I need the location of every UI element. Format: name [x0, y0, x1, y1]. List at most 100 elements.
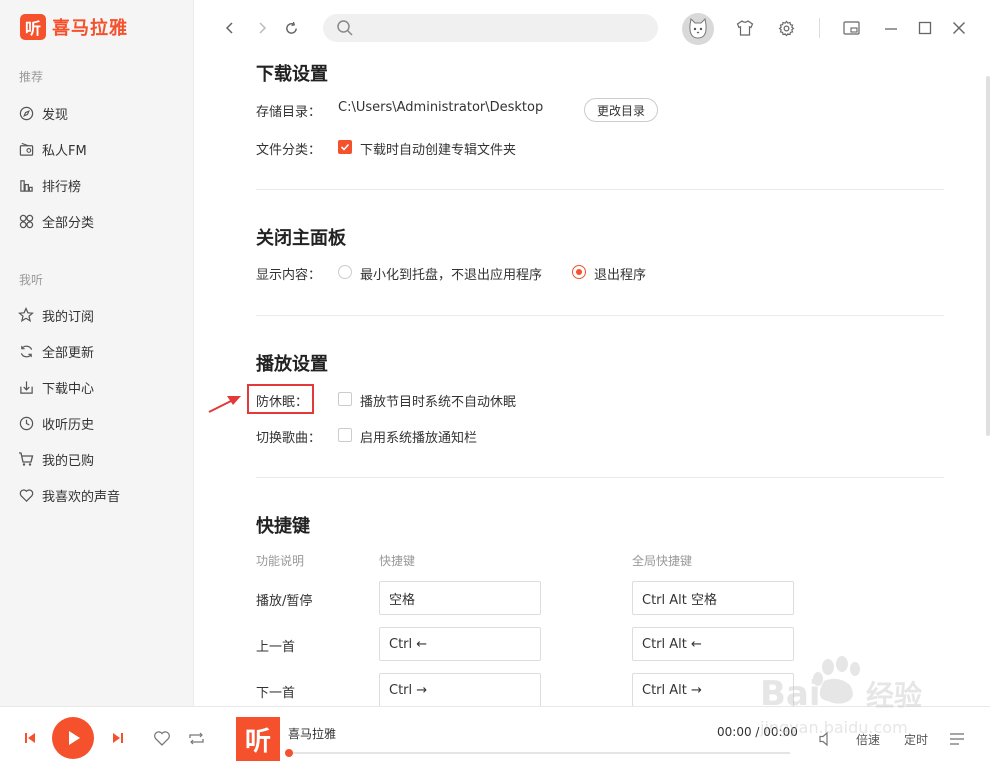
exit-program-radio[interactable] — [572, 265, 586, 279]
minimize-to-tray-radio[interactable] — [338, 265, 352, 279]
app-name: 喜马拉雅 — [52, 18, 128, 39]
cart-icon — [18, 451, 34, 467]
hotkey-input[interactable]: 空格 — [379, 581, 541, 615]
skin-button[interactable] — [733, 16, 757, 40]
skip-next-icon — [113, 733, 123, 743]
minimize-button[interactable] — [879, 16, 903, 40]
settings-panel: 下载设置 存储目录： C:\Users\Administrator\Deskto… — [195, 56, 990, 706]
heart-icon — [18, 487, 34, 503]
topbar-divider — [819, 18, 820, 38]
anti-sleep-checkbox[interactable] — [338, 392, 352, 406]
close-panel-heading: 关闭主面板 — [256, 228, 346, 249]
mini-mode-button[interactable] — [839, 16, 863, 40]
refresh-button[interactable] — [279, 16, 303, 40]
top-bar — [195, 0, 990, 56]
playlist-button[interactable] — [946, 729, 968, 749]
section-divider — [256, 315, 944, 316]
minimize-to-tray-label: 最小化到托盘，不退出应用程序 — [360, 268, 543, 283]
sidebar-item-downloads[interactable]: 下载中心 — [18, 375, 94, 399]
section-title-mylisten: 我听 — [19, 273, 44, 287]
system-notification-checkbox[interactable] — [338, 428, 352, 442]
sidebar-item-label: 私人FM — [42, 143, 87, 159]
hotkeys-heading: 快捷键 — [256, 516, 310, 537]
sidebar-item-updates[interactable]: 全部更新 — [18, 339, 94, 363]
section-divider — [256, 477, 944, 478]
col-func-header: 功能说明 — [256, 554, 305, 568]
repeat-icon — [188, 732, 204, 744]
settings-button[interactable] — [774, 16, 798, 40]
checkmark-icon — [340, 143, 350, 151]
volume-icon — [819, 731, 828, 747]
grid-icon — [18, 213, 34, 229]
scrollbar-thumb[interactable] — [986, 76, 990, 436]
sidebar-item-label: 我的订阅 — [42, 309, 95, 325]
like-button[interactable] — [151, 728, 173, 748]
global-hotkey-input[interactable]: Ctrl Alt 空格 — [632, 581, 794, 615]
sidebar-item-label: 全部分类 — [42, 215, 95, 231]
tshirt-icon — [736, 20, 754, 36]
volume-button[interactable] — [815, 729, 837, 749]
sidebar-item-fm[interactable]: 私人FM — [18, 137, 87, 161]
track-title[interactable]: 喜马拉雅 — [288, 725, 336, 742]
play-button[interactable] — [52, 717, 94, 759]
close-icon — [953, 22, 965, 34]
file-category-label: 文件分类： — [256, 143, 322, 158]
arrow-pointer-icon — [208, 396, 241, 413]
maximize-icon — [918, 21, 932, 35]
section-divider — [256, 189, 944, 190]
back-button[interactable] — [218, 16, 242, 40]
speed-button[interactable]: 倍速 — [856, 731, 880, 748]
sidebar-item-ranking[interactable]: 排行榜 — [18, 173, 81, 197]
player-bar: 听 喜马拉雅 00:00 / 00:00 倍速 定时 — [0, 706, 990, 764]
sidebar-item-label: 我的已购 — [42, 453, 95, 469]
timer-button[interactable]: 定时 — [904, 731, 928, 748]
auto-album-folder-label: 下载时自动创建专辑文件夹 — [360, 143, 517, 158]
exit-program-label: 退出程序 — [594, 268, 647, 283]
maximize-button[interactable] — [913, 16, 937, 40]
minimize-icon — [885, 28, 897, 30]
avatar[interactable] — [682, 13, 714, 45]
search-input[interactable] — [323, 14, 658, 42]
heart-icon — [154, 731, 170, 746]
section-title-recommend: 推荐 — [19, 70, 44, 84]
gear-icon — [778, 19, 794, 37]
scrollbar[interactable] — [986, 56, 990, 706]
hotkey-input[interactable]: Ctrl → — [379, 673, 541, 706]
hotkey-input[interactable]: Ctrl ← — [379, 627, 541, 661]
next-button[interactable] — [108, 729, 128, 747]
loop-mode-button[interactable] — [185, 728, 207, 748]
app-logo[interactable]: 听 喜马拉雅 — [20, 14, 128, 40]
refresh-icon — [18, 343, 34, 359]
forward-button[interactable] — [250, 16, 274, 40]
sidebar-item-categories[interactable]: 全部分类 — [18, 209, 94, 233]
sidebar-item-label: 收听历史 — [42, 417, 95, 433]
storage-dir-value: C:\Users\Administrator\Desktop — [338, 100, 544, 115]
auto-album-folder-checkbox[interactable] — [338, 140, 352, 154]
hotkey-func-label: 播放/暂停 — [256, 594, 313, 609]
sidebar-item-discover[interactable]: 发现 — [18, 101, 68, 125]
sidebar-item-label: 全部更新 — [42, 345, 95, 361]
track-cover[interactable]: 听 — [236, 717, 280, 761]
progress-bar[interactable] — [285, 749, 790, 757]
sidebar-item-purchased[interactable]: 我的已购 — [18, 447, 94, 471]
sidebar-item-subscriptions[interactable]: 我的订阅 — [18, 303, 94, 327]
display-content-label: 显示内容： — [256, 268, 322, 283]
previous-button[interactable] — [20, 729, 40, 747]
skip-previous-icon — [25, 733, 35, 743]
hotkey-func-label: 上一首 — [256, 640, 296, 655]
chevron-right-icon — [259, 22, 267, 34]
sidebar-item-favorites[interactable]: 我喜欢的声音 — [18, 483, 120, 507]
storage-dir-label: 存储目录： — [256, 105, 322, 120]
chevron-left-icon — [225, 22, 233, 34]
col-key-header: 快捷键 — [379, 554, 416, 568]
playback-settings-heading: 播放设置 — [256, 354, 328, 375]
global-hotkey-input[interactable]: Ctrl Alt ← — [632, 627, 794, 661]
global-hotkey-input[interactable]: Ctrl Alt → — [632, 673, 794, 706]
progress-handle[interactable] — [285, 749, 293, 757]
anti-sleep-label: 防休眠： — [256, 395, 309, 410]
close-button[interactable] — [947, 16, 971, 40]
sidebar-item-label: 我喜欢的声音 — [42, 489, 121, 505]
sidebar-item-history[interactable]: 收听历史 — [18, 411, 94, 435]
change-dir-button[interactable]: 更改目录 — [584, 98, 659, 122]
col-global-header: 全局快捷键 — [632, 554, 693, 568]
